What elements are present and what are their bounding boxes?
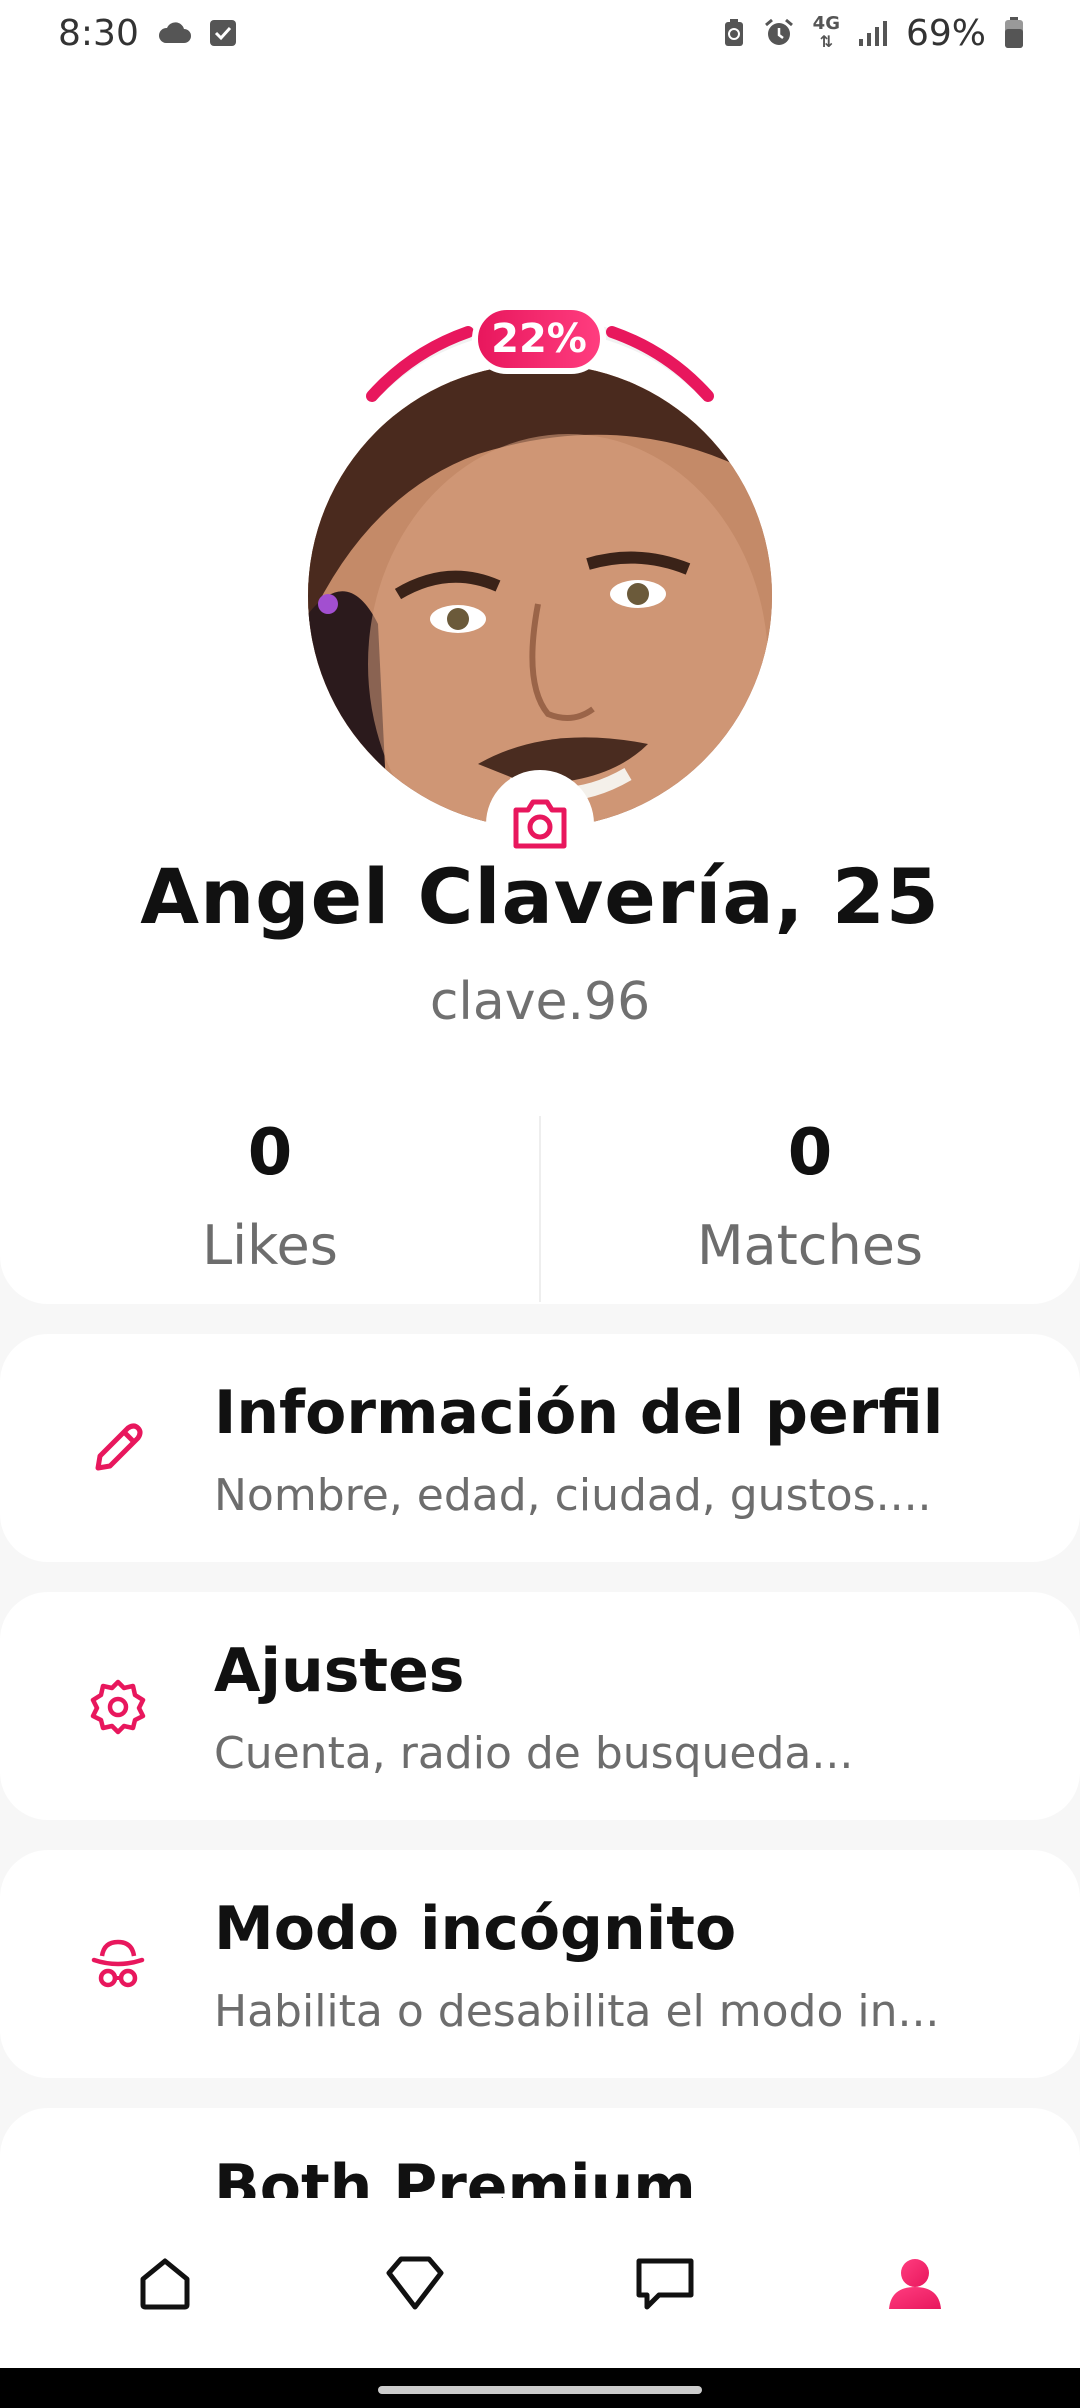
avatar-photo	[308, 364, 772, 828]
completion-badge: 22%	[472, 304, 606, 374]
battery-saver-icon	[723, 18, 745, 48]
system-navigation-bar	[0, 2368, 1080, 2408]
profile-stats: 0 Likes 0 Matches	[0, 1116, 1080, 1302]
menu-title: Ajustes	[214, 1636, 465, 1706]
nav-profile[interactable]	[855, 2223, 975, 2343]
status-bar: 8:30 4G ⇅ 69%	[0, 0, 1080, 66]
battery-percent: 69%	[905, 12, 986, 54]
stats-divider	[539, 1116, 541, 1302]
avatar[interactable]	[308, 364, 772, 828]
diamond-icon	[386, 2256, 444, 2310]
pencil-icon	[82, 1412, 154, 1484]
gear-icon	[82, 1670, 154, 1742]
alarm-icon	[763, 18, 795, 48]
nav-home[interactable]	[105, 2223, 225, 2343]
likes-count: 0	[247, 1116, 293, 1190]
likes-label: Likes	[202, 1214, 338, 1277]
likes-stat[interactable]: 0 Likes	[0, 1116, 540, 1302]
menu-subtitle: Cuenta, radio de busqueda...	[214, 1728, 854, 1779]
avatar-container: 22%	[302, 206, 778, 878]
menu-title: Modo incógnito	[214, 1894, 737, 1964]
menu-subtitle: Nombre, edad, ciudad, gustos....	[214, 1470, 932, 1521]
chat-icon	[636, 2258, 694, 2310]
nav-messages[interactable]	[605, 2223, 725, 2343]
menu-subtitle: Habilita o desabilita el modo in...	[214, 1986, 940, 2037]
profile-username: clave.96	[429, 972, 651, 1032]
network-type-icon: 4G ⇅	[812, 13, 840, 51]
nav-discover[interactable]	[355, 2223, 475, 2343]
cloud-icon	[157, 22, 191, 44]
home-indicator[interactable]	[378, 2386, 702, 2394]
profile-header: 22% Angel Clavería, 25 clave.96 0 Likes …	[0, 66, 1080, 1304]
battery-icon	[1004, 17, 1024, 49]
profile-name: Angel Clavería, 25	[140, 852, 940, 941]
matches-stat[interactable]: 0 Matches	[540, 1116, 1080, 1302]
matches-label: Matches	[696, 1214, 924, 1277]
menu-item-settings[interactable]: Ajustes Cuenta, radio de busqueda...	[0, 1592, 1080, 1820]
checkbox-notification-icon	[209, 19, 237, 47]
menu-item-incognito[interactable]: Modo incógnito Habilita o desabilita el …	[0, 1850, 1080, 2078]
bottom-navigation	[0, 2198, 1080, 2368]
profile-icon	[889, 2259, 941, 2309]
menu-item-profile-info[interactable]: Información del perfil Nombre, edad, ciu…	[0, 1334, 1080, 1562]
network-type-label: 4G	[812, 13, 840, 34]
camera-icon	[513, 799, 567, 849]
home-icon	[140, 2258, 190, 2310]
incognito-icon	[82, 1928, 154, 2000]
signal-icon	[858, 19, 888, 47]
matches-count: 0	[787, 1116, 833, 1190]
status-time: 8:30	[58, 12, 139, 54]
menu-title: Información del perfil	[214, 1378, 944, 1448]
